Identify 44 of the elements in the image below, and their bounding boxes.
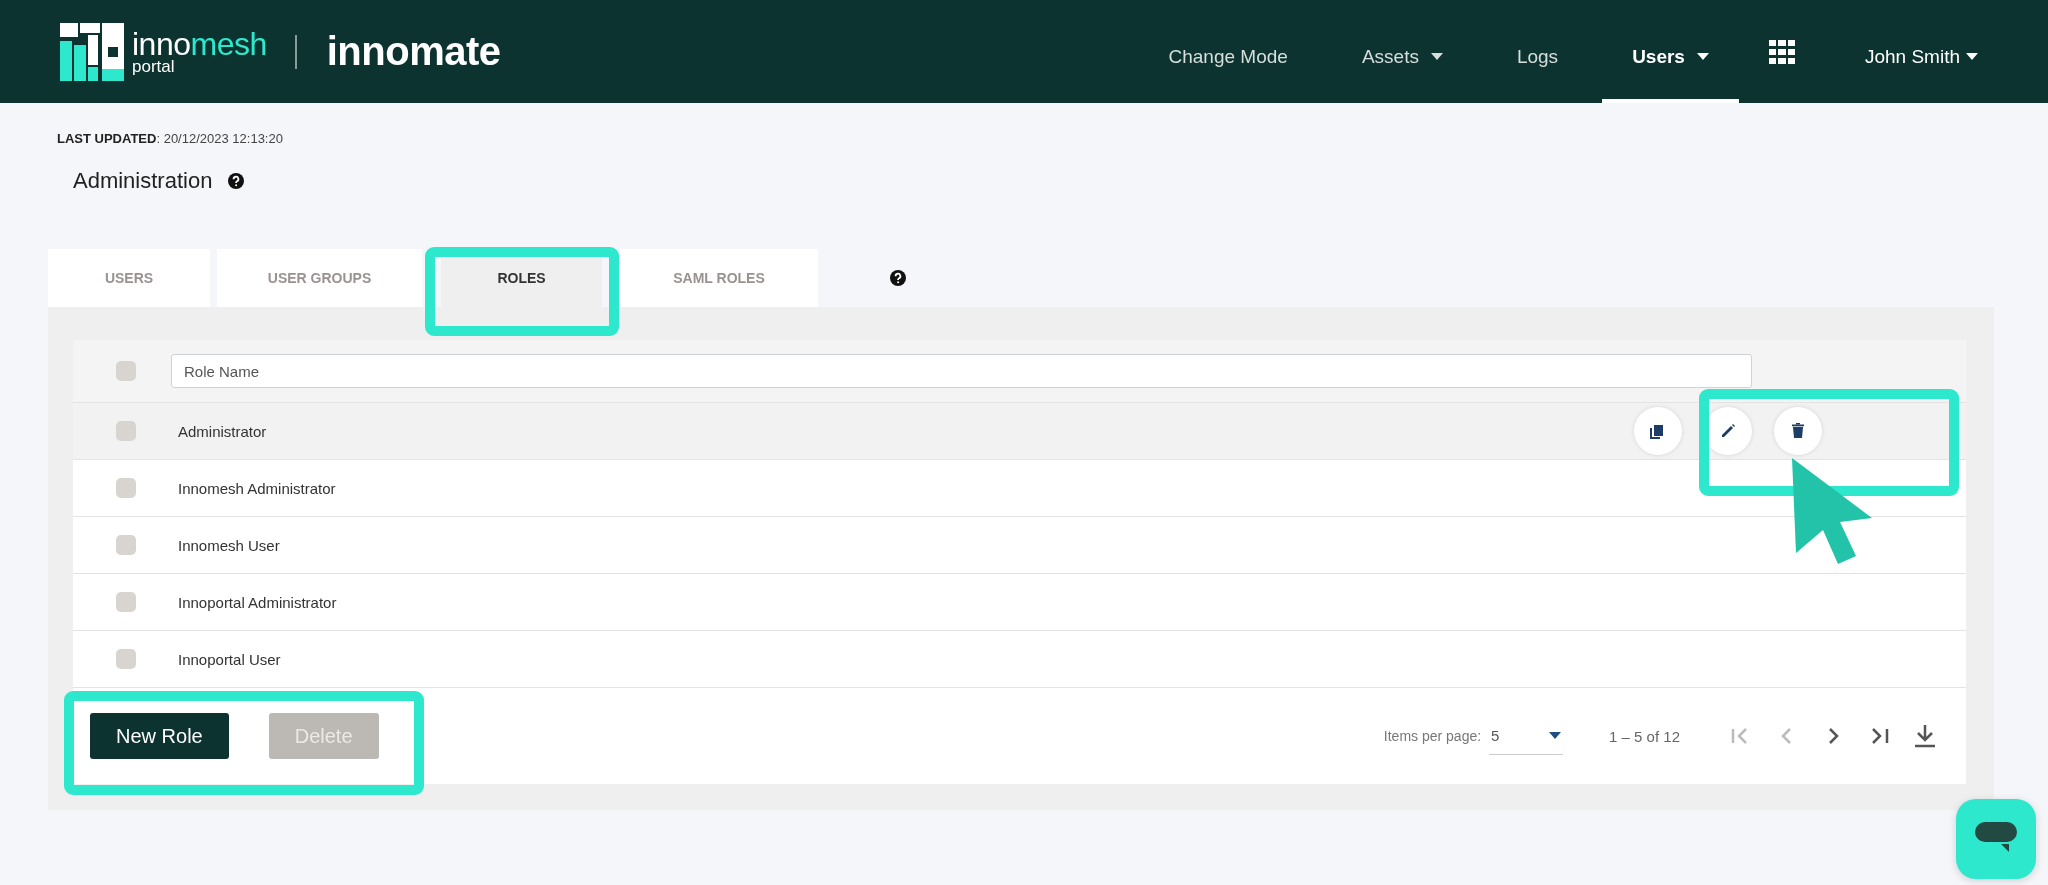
items-per-page-label: Items per page: — [1383, 728, 1482, 744]
help-icon[interactable] — [890, 270, 906, 286]
copy-button[interactable] — [1634, 407, 1682, 455]
help-icon[interactable] — [228, 173, 245, 189]
role-name: Innomesh User — [178, 536, 280, 554]
user-menu[interactable]: John Smith — [1834, 0, 2008, 103]
role-name: Innoportal Administrator — [178, 593, 337, 611]
page-title: Administration — [73, 168, 213, 194]
nav-link[interactable]: Logs — [1486, 0, 1589, 103]
apps-grid-icon[interactable] — [1768, 39, 1795, 64]
caret-icon — [1430, 53, 1443, 60]
chat-button[interactable] — [1956, 799, 2036, 879]
table-row[interactable]: Innoportal Administrator — [73, 574, 1966, 631]
caret-icon — [1549, 732, 1562, 739]
checkbox[interactable] — [115, 592, 136, 612]
role-name-filter-field[interactable]: Role Name — [171, 354, 1752, 388]
nav-link[interactable]: Change Mode — [1138, 0, 1318, 103]
action-button[interactable]: New Role — [90, 713, 229, 759]
trash-icon — [1789, 422, 1807, 440]
caret-icon — [1696, 53, 1709, 60]
pencil-icon — [1719, 422, 1737, 440]
nav-menu[interactable]: Assets — [1331, 0, 1473, 103]
nav-menu[interactable]: Users — [1602, 0, 1739, 103]
checkbox[interactable] — [115, 478, 136, 498]
last-updated-text: LAST UPDATED: 20/12/2023 12:13:20 — [57, 131, 284, 146]
checkbox[interactable] — [115, 649, 136, 669]
table-row[interactable]: Administrator — [73, 403, 1966, 460]
app-name: innomate — [326, 29, 501, 74]
page-size-select[interactable]: 5 — [1489, 717, 1564, 755]
checkbox[interactable] — [115, 535, 136, 555]
checkbox[interactable] — [115, 421, 136, 441]
logo-icon — [60, 22, 124, 81]
cursor-icon — [1792, 458, 1872, 564]
checkbox[interactable] — [115, 361, 136, 381]
role-name: Innoportal User — [178, 650, 281, 668]
download-icon[interactable] — [1914, 724, 1936, 748]
caret-icon — [1966, 53, 1978, 60]
table-row[interactable]: Innoportal User — [73, 631, 1966, 688]
logo-subtitle: portal — [132, 58, 176, 75]
trash-button[interactable] — [1774, 407, 1822, 455]
page-range-text: 1 – 5 of 12 — [1609, 727, 1680, 745]
role-name: Innomesh Administrator — [178, 479, 336, 497]
logo-wordmark: innomesh — [132, 28, 267, 60]
role-name: Administrator — [178, 422, 267, 440]
